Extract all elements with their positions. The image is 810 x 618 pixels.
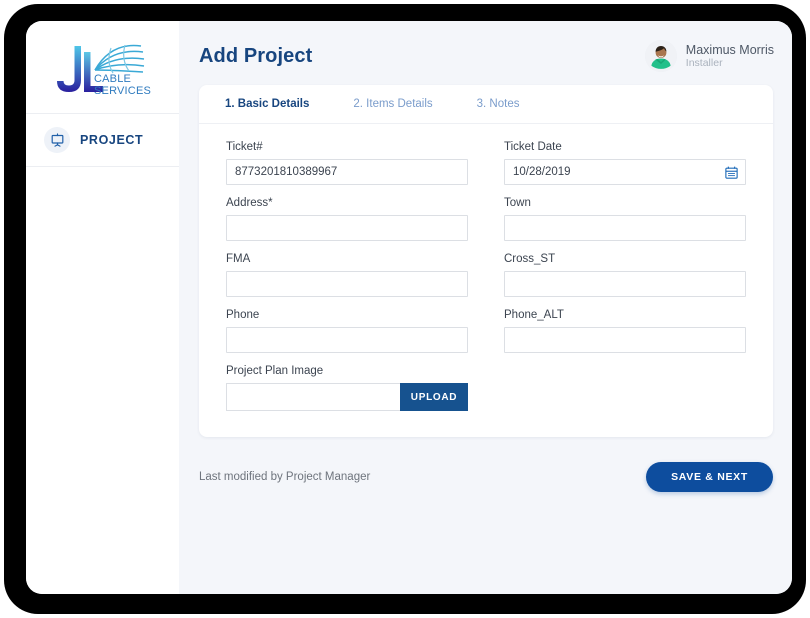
sidebar-item-project-label: PROJECT xyxy=(80,133,144,147)
label-town: Town xyxy=(504,197,531,209)
field-ticket-date: Ticket Date xyxy=(504,141,746,185)
save-and-next-button[interactable]: SAVE & NEXT xyxy=(646,462,773,492)
field-ticket-number: Ticket# xyxy=(226,141,468,185)
label-ticket-number: Ticket# xyxy=(226,141,263,153)
user-name: Maximus Morris xyxy=(685,42,774,57)
upload-row: UPLOAD xyxy=(226,383,468,411)
device-frame: CABLE SERVICES PROJECT Add Project Maxim… xyxy=(4,4,806,614)
input-phone[interactable] xyxy=(226,327,468,353)
input-project-plan-image[interactable] xyxy=(226,383,400,411)
tab-bar: 1. Basic Details 2. Items Details 3. Not… xyxy=(199,85,773,124)
avatar xyxy=(644,40,677,72)
tab-basic-details[interactable]: 1. Basic Details xyxy=(225,98,309,110)
input-ticket-date[interactable] xyxy=(504,159,746,185)
main-content: Add Project Maximus Morris Installer 1. … xyxy=(179,21,792,594)
input-phone-alt[interactable] xyxy=(504,327,746,353)
field-phone: Phone xyxy=(226,309,468,353)
avatar-image xyxy=(644,40,677,72)
logo-cable-text: CABLE xyxy=(94,73,131,85)
input-town[interactable] xyxy=(504,215,746,241)
sidebar-item-project[interactable]: PROJECT xyxy=(26,114,179,166)
presentation-board-icon xyxy=(44,127,70,153)
app-logo: CABLE SERVICES xyxy=(26,21,179,113)
jl-cable-services-logo-icon: CABLE SERVICES xyxy=(56,44,151,97)
input-fma[interactable] xyxy=(226,271,468,297)
label-ticket-date: Ticket Date xyxy=(504,141,562,153)
label-phone: Phone xyxy=(226,309,260,321)
field-fma: FMA xyxy=(226,253,468,297)
sidebar: CABLE SERVICES PROJECT xyxy=(26,21,179,594)
form-card: 1. Basic Details 2. Items Details 3. Not… xyxy=(199,85,773,437)
user-profile-chip[interactable]: Maximus Morris Installer xyxy=(644,39,774,72)
field-address: Address* xyxy=(226,197,468,241)
field-cross-st: Cross_ST xyxy=(504,253,746,297)
sidebar-divider-bottom xyxy=(26,166,179,167)
page-title: Add Project xyxy=(199,45,313,67)
tab-notes[interactable]: 3. Notes xyxy=(477,98,520,110)
form-body: Ticket# Ticket Date xyxy=(199,124,773,423)
field-project-plan-image: Project Plan Image UPLOAD xyxy=(226,365,468,411)
upload-button[interactable]: UPLOAD xyxy=(400,383,468,411)
field-town: Town xyxy=(504,197,746,241)
field-phone-alt: Phone_ALT xyxy=(504,309,746,353)
tab-items-details[interactable]: 2. Items Details xyxy=(353,98,432,110)
card-footer: Last modified by Project Manager SAVE & … xyxy=(199,459,773,495)
label-address: Address* xyxy=(226,197,273,209)
label-project-plan-image: Project Plan Image xyxy=(226,365,324,377)
input-ticket-number[interactable] xyxy=(226,159,468,185)
user-role: Installer xyxy=(685,57,723,70)
logo-services-text: SERVICES xyxy=(94,85,151,97)
input-cross-st[interactable] xyxy=(504,271,746,297)
label-cross-st: Cross_ST xyxy=(504,253,556,265)
calendar-icon[interactable] xyxy=(724,165,739,180)
input-address[interactable] xyxy=(226,215,468,241)
label-fma: FMA xyxy=(226,253,251,265)
label-phone-alt: Phone_ALT xyxy=(504,309,564,321)
last-modified-text: Last modified by Project Manager xyxy=(199,471,371,483)
page-header: Add Project Maximus Morris Installer xyxy=(179,21,792,81)
screen: CABLE SERVICES PROJECT Add Project Maxim… xyxy=(26,21,792,594)
